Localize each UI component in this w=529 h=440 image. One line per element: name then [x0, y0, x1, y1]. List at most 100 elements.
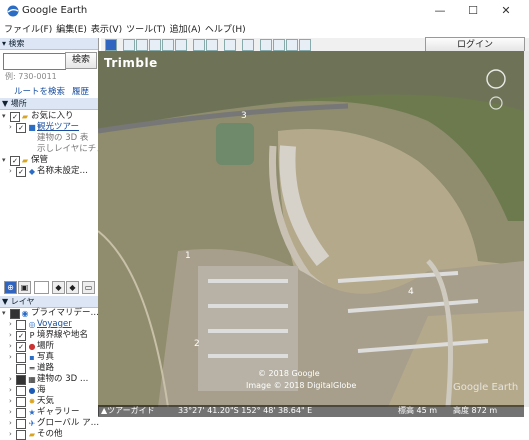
record-tour-icon[interactable]	[175, 39, 187, 51]
tour-panel-icon[interactable]: ▣	[18, 281, 31, 294]
minimize-button[interactable]: —	[425, 2, 455, 20]
layer-item[interactable]: › ✓ P 境界線や地名	[0, 330, 98, 341]
checkbox[interactable]	[16, 375, 26, 385]
expand-icon[interactable]: ›	[9, 332, 16, 339]
layer-item[interactable]: ▾ ◉ プライマリデー…	[0, 308, 99, 319]
layer-item[interactable]: › ▰ その他	[0, 429, 98, 440]
tree-note: 示しレイヤにチェッ	[37, 144, 114, 154]
expand-icon[interactable]: ›	[9, 321, 16, 328]
checkbox[interactable]	[16, 397, 26, 407]
save-image-icon[interactable]	[286, 39, 298, 51]
search-header[interactable]: ▾ 検索	[0, 38, 98, 50]
layer-item[interactable]: ═ 道路	[0, 363, 98, 374]
layer-item[interactable]: › ✈ グローバル ア…	[0, 418, 99, 429]
route-search-link[interactable]: ルートを検索	[14, 85, 65, 97]
menu-edit[interactable]: 編集(E)	[56, 24, 87, 37]
checkbox[interactable]: ✓	[16, 123, 26, 133]
layer-item[interactable]: › ▦ 建物の 3D …	[0, 374, 98, 385]
checkbox[interactable]	[16, 419, 26, 429]
checkbox[interactable]	[16, 320, 26, 330]
tree-item[interactable]: › ✓ ■ 観光ツアー	[0, 122, 98, 133]
scrollbar[interactable]	[524, 51, 529, 407]
menu-tools[interactable]: ツール(T)	[126, 24, 166, 37]
collapse-icon[interactable]: ▾	[2, 113, 9, 120]
map-view[interactable]: Trimble 3 1 2 4 © 2018 Google Image © 20…	[98, 51, 524, 407]
historical-imagery-icon[interactable]	[193, 39, 205, 51]
menu-add[interactable]: 追加(A)	[170, 24, 201, 37]
tree-item[interactable]: › ✓ ◆ 名称未設定…	[0, 166, 98, 177]
collapse-icon[interactable]: ▾	[2, 157, 9, 164]
ruler-icon[interactable]	[242, 39, 254, 51]
map-label-1: 1	[185, 251, 191, 261]
expand-icon[interactable]: ›	[9, 387, 16, 394]
maximize-button[interactable]: ☐	[458, 2, 488, 20]
checkbox[interactable]: ✓	[16, 342, 26, 352]
close-button[interactable]: ✕	[491, 2, 521, 20]
weather-icon: ✸	[28, 397, 36, 406]
collapse-icon[interactable]: ▾	[2, 310, 9, 317]
email-icon[interactable]	[260, 39, 272, 51]
sun-icon[interactable]	[206, 39, 218, 51]
sidebar: ▾ 検索 検索 例: 730-0011 ルートを検索 履歴 ▼ 場所 ▾ ✓ ▰ お気…	[0, 38, 114, 440]
menu-file[interactable]: ファイル(F)	[4, 24, 52, 37]
road-icon: ═	[29, 364, 35, 373]
menu-view[interactable]: 表示(V)	[91, 24, 122, 37]
checkbox[interactable]	[16, 364, 26, 374]
checkbox[interactable]	[16, 386, 26, 396]
expand-icon[interactable]: ›	[9, 409, 16, 416]
history-link[interactable]: 履歴	[72, 85, 89, 97]
title-bar: Google Earth — ☐ ✕	[0, 0, 529, 22]
expand-icon[interactable]: ›	[9, 354, 16, 361]
more-icon: ▰	[28, 430, 36, 439]
sidebar-toggle-icon[interactable]	[105, 39, 117, 51]
tree-item[interactable]: ▾ ✓ ▰ 保管	[0, 155, 98, 166]
checkbox[interactable]: ✓	[10, 112, 20, 122]
search-input[interactable]	[3, 53, 66, 70]
menu-help[interactable]: ヘルプ(H)	[205, 24, 246, 37]
elevation: 標高 45 m	[398, 406, 438, 415]
checkbox[interactable]: ✓	[16, 331, 26, 341]
overlay-tool-icon[interactable]	[162, 39, 174, 51]
expand-icon[interactable]: ›	[9, 431, 16, 438]
expand-icon[interactable]: ›	[9, 420, 16, 427]
checkbox[interactable]: ✓	[10, 156, 20, 166]
expand-icon[interactable]: ›	[9, 124, 16, 131]
borders-icon: P	[29, 331, 35, 340]
print-icon[interactable]	[273, 39, 285, 51]
layer-item[interactable]: › ✓ ● 場所	[0, 341, 98, 352]
polygon-tool-icon[interactable]	[136, 39, 148, 51]
layer-item[interactable]: › ◎ Voyager	[0, 319, 98, 330]
places-icon: ●	[28, 342, 36, 351]
layers-header[interactable]: ▼ レイヤ	[0, 296, 98, 308]
move-up-icon[interactable]: ◆	[52, 281, 65, 294]
layer-item[interactable]: › ★ ギャラリー	[0, 407, 98, 418]
checkbox[interactable]	[10, 309, 20, 319]
view-maps-icon[interactable]	[299, 39, 311, 51]
layer-item[interactable]: › ✸ 天気	[0, 396, 98, 407]
tree-item[interactable]: ▾ ✓ ▰ お気に入り	[0, 111, 98, 122]
path-tool-icon[interactable]	[149, 39, 161, 51]
expand-icon[interactable]: ›	[9, 168, 16, 175]
search-panel-icon[interactable]: ⊕	[4, 281, 17, 294]
checkbox[interactable]	[16, 430, 26, 440]
expand-icon[interactable]: ›	[9, 398, 16, 405]
checkbox[interactable]	[16, 408, 26, 418]
coordinates: 33°27' 41.20"S 152° 48' 38.64" E	[178, 406, 313, 415]
expand-icon[interactable]: ›	[9, 343, 16, 350]
placemark-tool-icon[interactable]	[123, 39, 135, 51]
places-header[interactable]: ▼ 場所	[0, 98, 98, 110]
add-folder-icon[interactable]: ▭	[82, 281, 95, 294]
layer-item[interactable]: › ▪ 写真	[0, 352, 98, 363]
checkbox[interactable]	[16, 353, 26, 363]
expand-icon[interactable]: ›	[9, 376, 16, 383]
layer-item[interactable]: › ● 海	[0, 385, 98, 396]
move-down-icon[interactable]: ◆	[66, 281, 79, 294]
gallery-icon: ★	[28, 408, 36, 417]
opacity-field[interactable]	[34, 281, 49, 294]
map-label-4: 4	[408, 287, 414, 297]
google-earth-watermark: Google Earth	[453, 382, 519, 393]
checkbox[interactable]: ✓	[16, 167, 26, 177]
search-button[interactable]: 検索	[65, 52, 97, 69]
tour-guide-button[interactable]: ▲ツアーガイド	[101, 405, 155, 417]
planets-icon[interactable]	[224, 39, 236, 51]
